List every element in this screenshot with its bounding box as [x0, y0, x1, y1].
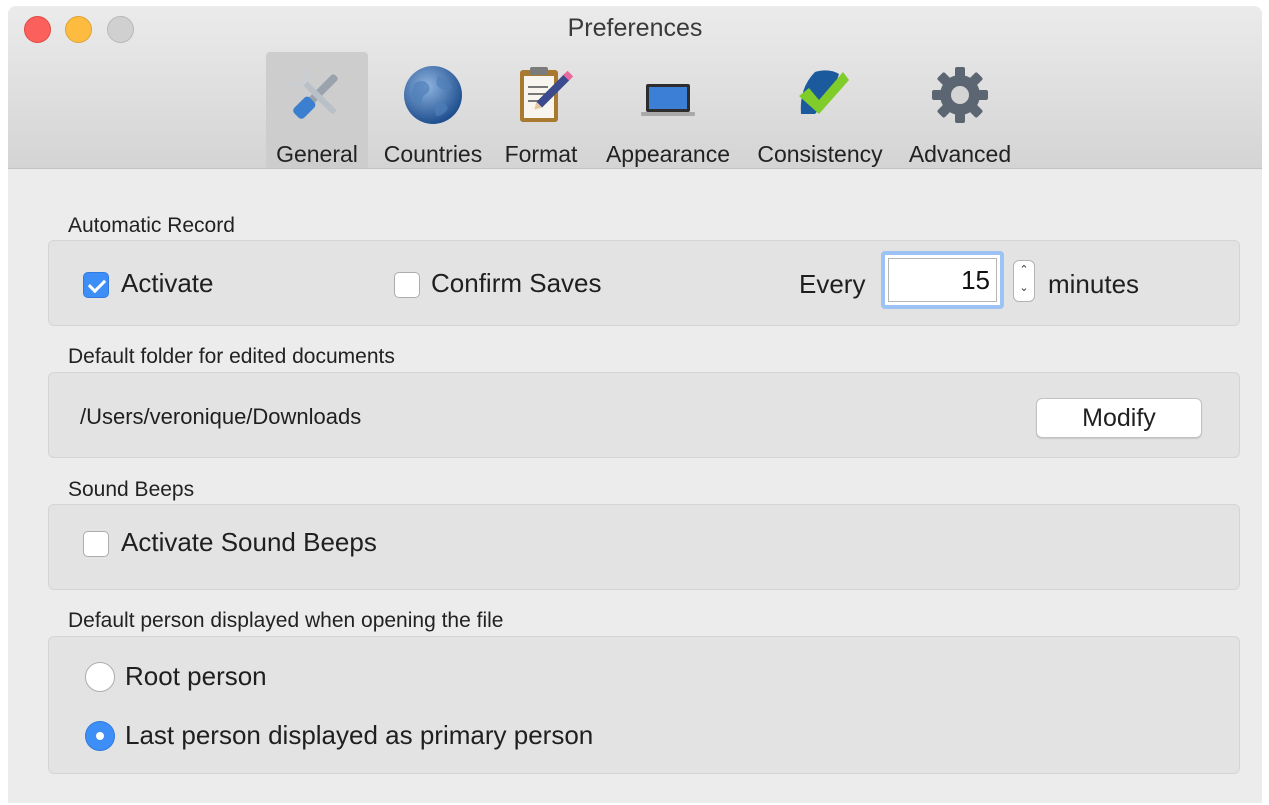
activate-sound-beeps-label: Activate Sound Beeps — [121, 527, 377, 557]
preferences-window: Preferences General Countries Format App… — [8, 6, 1262, 803]
tab-general-label: General — [276, 141, 358, 167]
tab-countries-label: Countries — [383, 141, 483, 167]
minutes-label: minutes — [1048, 269, 1140, 299]
tab-consistency-label: Consistency — [757, 141, 883, 167]
activate-sound-beeps-checkbox[interactable] — [83, 531, 109, 557]
last-person-label: Last person displayed as primary person — [125, 720, 594, 750]
root-person-radio[interactable] — [85, 662, 115, 692]
tab-advanced[interactable]: Advanced — [900, 52, 1020, 168]
default-person-group — [48, 636, 1240, 774]
tab-appearance[interactable]: Appearance — [598, 52, 738, 168]
interval-field-focus-ring — [881, 251, 1004, 309]
tab-countries[interactable]: Countries — [376, 52, 490, 168]
stepper-down-icon[interactable]: ⌄ — [1014, 279, 1034, 297]
last-person-radio[interactable] — [85, 721, 115, 751]
activate-checkbox[interactable] — [83, 272, 109, 298]
stepper-up-icon[interactable]: ⌃ — [1014, 261, 1034, 279]
activate-label: Activate — [121, 268, 214, 298]
tab-consistency[interactable]: Consistency — [748, 52, 892, 168]
root-person-label: Root person — [125, 661, 267, 691]
laptop-icon — [641, 84, 695, 116]
default-person-title: Default person displayed when opening th… — [68, 609, 504, 632]
modify-button[interactable]: Modify — [1036, 398, 1202, 438]
tab-general[interactable]: General — [266, 52, 368, 168]
window-title: Preferences — [567, 14, 703, 42]
confirm-saves-checkbox[interactable] — [394, 272, 420, 298]
tab-format-label: Format — [504, 141, 578, 167]
sound-beeps-title: Sound Beeps — [68, 478, 195, 501]
interval-input[interactable] — [888, 258, 997, 302]
globe-icon — [404, 66, 462, 124]
folder-path: /Users/veronique/Downloads — [80, 404, 362, 429]
tab-appearance-label: Appearance — [605, 141, 731, 167]
tab-format[interactable]: Format — [498, 52, 584, 168]
checkmark-icon — [799, 70, 849, 114]
clipboard-pencil-icon — [520, 67, 574, 122]
gear-icon — [932, 67, 988, 123]
tools-icon — [290, 68, 338, 119]
tab-advanced-label: Advanced — [908, 141, 1012, 167]
every-label: Every — [799, 269, 866, 299]
automatic-record-title: Automatic Record — [68, 214, 235, 237]
interval-stepper[interactable]: ⌃ ⌄ — [1013, 260, 1035, 302]
confirm-saves-label: Confirm Saves — [431, 268, 602, 298]
default-folder-title: Default folder for edited documents — [68, 345, 395, 368]
titlebar-toolbar: Preferences General Countries Format App… — [8, 6, 1262, 169]
